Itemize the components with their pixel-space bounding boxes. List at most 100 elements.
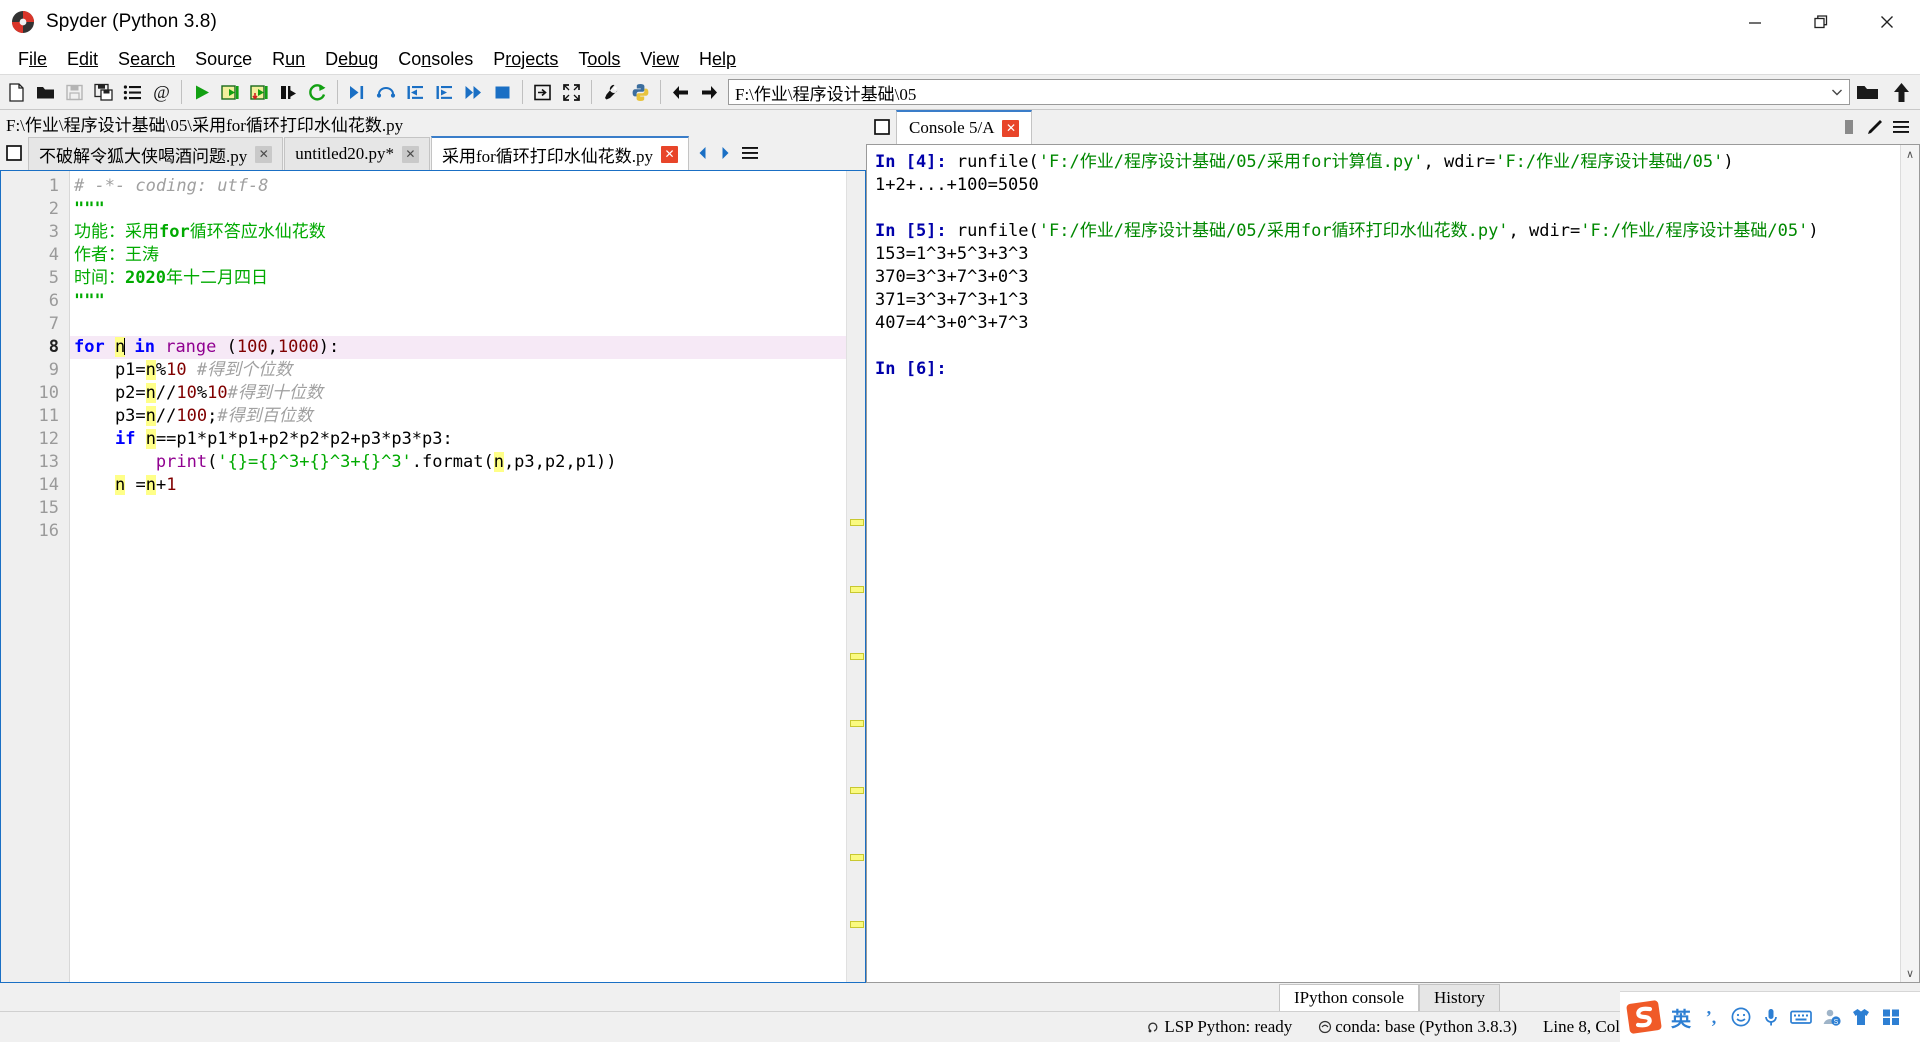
- options-pencil-icon[interactable]: [1862, 112, 1888, 142]
- run-cell-icon[interactable]: [216, 77, 245, 107]
- pythonpath-manager-icon[interactable]: [626, 77, 655, 107]
- run-cell-advance-icon[interactable]: [245, 77, 274, 107]
- close-icon[interactable]: ✕: [401, 145, 419, 163]
- menu-run[interactable]: Run: [262, 46, 315, 73]
- occurrence-marker[interactable]: [850, 787, 864, 794]
- maximize-restore-button[interactable]: [1788, 0, 1854, 44]
- close-icon[interactable]: ✕: [1002, 119, 1020, 137]
- debug-continue-icon[interactable]: [459, 77, 488, 107]
- code-line[interactable]: p3=n//100;#得到百位数: [70, 405, 846, 428]
- voice-input-icon[interactable]: [1756, 995, 1786, 1039]
- editor-tab[interactable]: untitled20.py* ✕: [284, 137, 430, 170]
- skin-icon[interactable]: [1846, 995, 1876, 1039]
- console-output[interactable]: In [4]: runfile('F:/作业/程序设计基础/05/采用for计算…: [867, 145, 1900, 982]
- hamburger-menu-icon[interactable]: [736, 138, 764, 168]
- menu-help[interactable]: Help: [689, 46, 746, 73]
- bottom-tab[interactable]: IPython console: [1278, 984, 1419, 1011]
- code-line[interactable]: 功能：采用for循环答应水仙花数: [70, 221, 846, 244]
- save-all-icon[interactable]: [89, 77, 118, 107]
- code-line[interactable]: [70, 313, 846, 336]
- open-folder-icon[interactable]: [1850, 77, 1884, 107]
- menu-debug[interactable]: Debug: [315, 46, 388, 73]
- occurrence-marker[interactable]: [850, 854, 864, 861]
- forward-icon[interactable]: [695, 77, 724, 107]
- debug-stop-icon[interactable]: [488, 77, 517, 107]
- re-run-cell-icon[interactable]: [303, 77, 332, 107]
- menu-projects[interactable]: Projects: [483, 46, 568, 73]
- menu-search[interactable]: Search: [108, 46, 185, 73]
- code-line[interactable]: [70, 497, 846, 520]
- ipython-console[interactable]: In [4]: runfile('F:/作业/程序设计基础/05/采用for计算…: [866, 144, 1920, 983]
- chevron-down-icon[interactable]: [1825, 85, 1849, 99]
- code-line[interactable]: 作者：王涛: [70, 244, 846, 267]
- occurrence-marker[interactable]: [850, 586, 864, 593]
- debug-step-return-icon[interactable]: [430, 77, 459, 107]
- code-line[interactable]: p2=n//10%10#得到十位数: [70, 382, 846, 405]
- punctuation-mode-icon[interactable]: ’,: [1696, 995, 1726, 1039]
- code-line[interactable]: print('{}={}^3+{}^3+{}^3'.format(n,p3,p2…: [70, 451, 846, 474]
- file-switcher-icon[interactable]: [118, 77, 147, 107]
- language-mode-icon[interactable]: 英: [1666, 995, 1696, 1039]
- code-line[interactable]: p1=n%10 #得到个位数: [70, 359, 846, 382]
- arrow-up-icon[interactable]: [1884, 77, 1918, 107]
- code-line[interactable]: """: [70, 198, 846, 221]
- emoji-icon[interactable]: [1726, 995, 1756, 1039]
- close-icon[interactable]: ✕: [255, 145, 273, 163]
- back-icon[interactable]: [666, 77, 695, 107]
- preferences-icon[interactable]: [597, 77, 626, 107]
- menu-tools[interactable]: Tools: [568, 46, 630, 73]
- chevron-left-icon[interactable]: [692, 138, 714, 168]
- open-file-icon[interactable]: [31, 77, 60, 107]
- find-symbol-icon[interactable]: @: [147, 77, 176, 107]
- working-directory-value[interactable]: F:\作业\程序设计基础\05: [729, 80, 1825, 105]
- menu-edit[interactable]: Edit: [57, 46, 108, 73]
- toolbox-icon[interactable]: [1876, 995, 1906, 1039]
- run-selection-icon[interactable]: [274, 77, 303, 107]
- code-line[interactable]: """: [70, 290, 846, 313]
- occurrence-marker[interactable]: [850, 519, 864, 526]
- code-line[interactable]: # -*- coding: utf-8: [70, 175, 846, 198]
- code-line[interactable]: [70, 520, 846, 543]
- occurrence-marker[interactable]: [850, 720, 864, 727]
- editor-tab[interactable]: 不破解令狐大侠喝酒问题.py ✕: [28, 137, 284, 170]
- sogou-logo-icon[interactable]: [1622, 995, 1666, 1039]
- scroll-up-icon[interactable]: ∧: [1906, 145, 1914, 163]
- bottom-tab[interactable]: History: [1419, 984, 1500, 1011]
- code-editor[interactable]: 1 2 3 4 5 6 7 8 9 10 11 12 13 14 15 16 # -*- coding: ut…: [0, 170, 866, 983]
- browse-tabs-icon[interactable]: [0, 136, 28, 170]
- soft-keyboard-icon[interactable]: [1786, 995, 1816, 1039]
- scroll-down-icon[interactable]: ∨: [1906, 964, 1914, 982]
- debug-step-into-icon[interactable]: [401, 77, 430, 107]
- code-line[interactable]: if n==p1*p1*p1+p2*p2*p2+p3*p3*p3:: [70, 428, 846, 451]
- fullscreen-icon[interactable]: [557, 77, 586, 107]
- code-text-area[interactable]: # -*- coding: utf-8 """ 功能：采用for循环答应水仙花数 作者…: [70, 171, 846, 982]
- maximize-pane-icon[interactable]: [1836, 112, 1862, 142]
- console-tab[interactable]: Console 5/A ✕: [896, 110, 1033, 144]
- close-button[interactable]: [1854, 0, 1920, 44]
- run-file-icon[interactable]: [187, 77, 216, 107]
- maximize-pane-icon[interactable]: [528, 77, 557, 107]
- debug-file-icon[interactable]: [343, 77, 372, 107]
- hamburger-menu-icon[interactable]: [1888, 112, 1914, 142]
- code-line[interactable]: 时间：2020年十二月四日: [70, 267, 846, 290]
- new-file-icon[interactable]: [2, 77, 31, 107]
- minimize-button[interactable]: [1722, 0, 1788, 44]
- console-scrollbar[interactable]: ∧ ∨: [1900, 145, 1919, 982]
- code-line[interactable]: n =n+1: [70, 474, 846, 497]
- save-file-icon[interactable]: [60, 77, 89, 107]
- editor-scroll-overview[interactable]: [846, 171, 865, 982]
- occurrence-marker[interactable]: [850, 653, 864, 660]
- editor-tab[interactable]: 采用for循环打印水仙花数.py ✕: [430, 136, 690, 170]
- user-account-icon[interactable]: S: [1816, 995, 1846, 1039]
- occurrence-marker[interactable]: [850, 921, 864, 928]
- menu-consoles[interactable]: Consoles: [388, 46, 483, 73]
- chevron-right-icon[interactable]: [714, 138, 736, 168]
- menu-view[interactable]: View: [630, 46, 689, 73]
- code-line[interactable]: for n in range (100,1000):: [70, 336, 846, 359]
- browse-tabs-icon[interactable]: [868, 110, 896, 144]
- debug-step-over-icon[interactable]: [372, 77, 401, 107]
- menu-file[interactable]: File: [8, 46, 57, 73]
- close-icon[interactable]: ✕: [661, 145, 679, 163]
- menu-source[interactable]: Source: [185, 46, 262, 73]
- working-directory-combobox[interactable]: F:\作业\程序设计基础\05: [728, 79, 1850, 105]
